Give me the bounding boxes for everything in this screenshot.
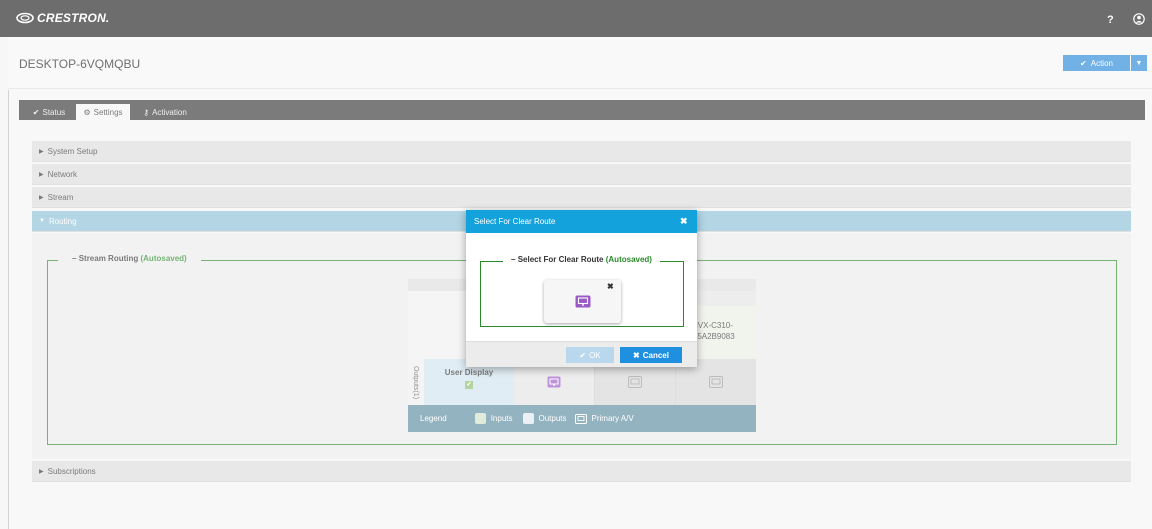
dialog-title: Select For Clear Route xyxy=(474,217,556,226)
check-icon: ✔ xyxy=(579,350,587,360)
primary-av-icon xyxy=(575,295,590,308)
close-icon[interactable]: ✖ xyxy=(680,216,688,227)
collapse-icon: – xyxy=(511,255,516,264)
ok-label: OK xyxy=(589,350,601,360)
clear-route-dialog: Select For Clear Route ✖ – Select For Cl… xyxy=(466,210,697,367)
dialog-fieldset-label: Select For Clear Route xyxy=(517,255,604,264)
remove-route-icon[interactable]: ✖ xyxy=(607,282,614,291)
cancel-button[interactable]: ✖ Cancel xyxy=(620,347,682,363)
ok-button[interactable]: ✔ OK xyxy=(566,347,614,363)
dialog-fieldset-title[interactable]: – Select For Clear Route (Autosaved) xyxy=(503,255,660,264)
close-icon: ✖ xyxy=(633,350,640,360)
cancel-label: Cancel xyxy=(642,350,669,360)
dialog-header: Select For Clear Route xyxy=(466,210,697,233)
autosaved-label: (Autosaved) xyxy=(605,255,652,264)
